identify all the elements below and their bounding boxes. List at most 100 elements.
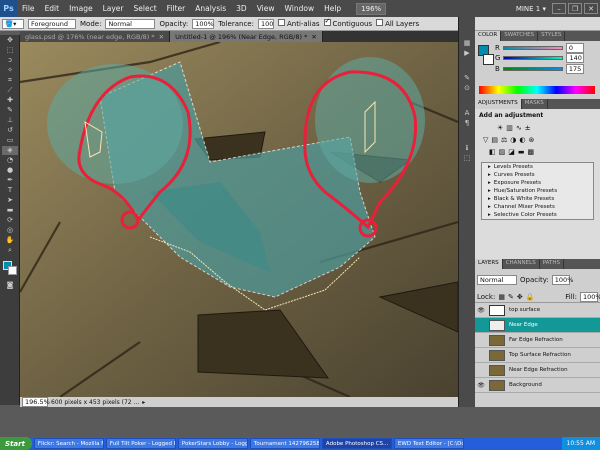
- taskbar-full-tilt-poker[interactable]: Full Tilt Poker - Logged In...: [105, 438, 176, 449]
- menu-image[interactable]: Image: [64, 4, 98, 13]
- status-info-arrow-icon[interactable]: ▸: [142, 399, 145, 406]
- vibrance-icon[interactable]: ▽: [483, 136, 488, 144]
- taskbar-photoshop[interactable]: Adobe Photoshop CS...: [321, 438, 392, 449]
- blend-mode-select[interactable]: Normal: [477, 275, 517, 285]
- tab-adjustments[interactable]: ADJUSTMENTS: [475, 99, 522, 109]
- menu-analysis[interactable]: Analysis: [190, 4, 231, 13]
- tab-styles[interactable]: STYLES: [538, 31, 566, 41]
- pen-tool-icon[interactable]: ✒: [2, 176, 18, 185]
- lasso-tool-icon[interactable]: ↄ: [2, 56, 18, 65]
- layer-top-surface[interactable]: 👁 top surface: [475, 303, 600, 318]
- lock-all-icon[interactable]: 🔒: [526, 293, 535, 301]
- color-spectrum-ramp[interactable]: [479, 86, 595, 94]
- layer-top-surface-refraction[interactable]: Top Surface Refraction: [475, 348, 600, 363]
- fill-source-select[interactable]: Foreground: [28, 18, 76, 29]
- tolerance-field[interactable]: 100: [257, 18, 274, 29]
- close-tab-icon[interactable]: ✕: [159, 33, 164, 41]
- antialias-checkbox[interactable]: Anti-alias: [277, 19, 320, 28]
- tab-glass-psd[interactable]: glass.psd @ 176% (near edge, RGB/8) * ✕: [20, 31, 171, 42]
- visibility-eye-icon[interactable]: 👁: [477, 382, 485, 389]
- navigator-panel-icon[interactable]: ⬚: [461, 154, 473, 163]
- zoom-tool-icon[interactable]: ⌕: [2, 246, 18, 255]
- workspace-switcher[interactable]: MINE 1 ▾: [516, 5, 546, 13]
- zoom-level[interactable]: 196%: [356, 2, 387, 15]
- background-color-swatch[interactable]: [8, 266, 17, 275]
- lock-paint-icon[interactable]: ✎: [508, 293, 514, 301]
- preset-channel-mixer[interactable]: ▸ Channel Mixer Presets: [482, 203, 593, 211]
- threshold-icon[interactable]: ◪: [508, 148, 515, 156]
- channel-mixer-icon[interactable]: ⊛: [529, 136, 535, 144]
- mode-select[interactable]: Normal: [105, 18, 156, 29]
- info-panel-icon[interactable]: ℹ: [461, 144, 473, 153]
- shape-tool-icon[interactable]: ▬: [2, 206, 18, 215]
- preset-selective-color[interactable]: ▸ Selective Color Presets: [482, 211, 593, 219]
- move-tool-icon[interactable]: ✥: [2, 36, 18, 45]
- paint-bucket-tool-preset[interactable]: 🪣▾: [2, 18, 24, 29]
- black-white-icon[interactable]: ◑: [510, 136, 516, 144]
- visibility-eye-icon[interactable]: 👁: [477, 307, 485, 314]
- restore-button[interactable]: ❐: [568, 3, 582, 14]
- 3d-orbit-tool-icon[interactable]: ◎: [2, 226, 18, 235]
- tab-paths[interactable]: PATHS: [540, 259, 564, 269]
- layer-opacity-field[interactable]: 100%: [551, 275, 573, 285]
- status-zoom-field[interactable]: 196.5%: [22, 397, 50, 407]
- layer-background[interactable]: 👁 Background: [475, 378, 600, 393]
- menu-view[interactable]: View: [252, 4, 280, 13]
- contiguous-checkbox[interactable]: Contiguous: [323, 17, 372, 28]
- healing-brush-tool-icon[interactable]: ✚: [2, 96, 18, 105]
- invert-icon[interactable]: ◧: [489, 148, 496, 156]
- photo-filter-icon[interactable]: ◐: [519, 136, 525, 144]
- exposure-icon[interactable]: ±: [525, 124, 531, 132]
- menu-edit[interactable]: Edit: [40, 4, 65, 13]
- clone-source-panel-icon[interactable]: ⊙: [461, 84, 473, 93]
- menu-filter[interactable]: Filter: [162, 4, 191, 13]
- hand-tool-icon[interactable]: ✋: [2, 236, 18, 245]
- background-color-chip[interactable]: [483, 54, 494, 65]
- tab-channels[interactable]: CHANNELS: [503, 259, 540, 269]
- taskbar-pokerstars-lobby[interactable]: PokerStars Lobby - Logge...: [177, 438, 248, 449]
- posterize-icon[interactable]: ▨: [499, 148, 506, 156]
- eraser-tool-icon[interactable]: ▭: [2, 136, 18, 145]
- fill-field[interactable]: 100%: [580, 291, 600, 302]
- quick-mask-icon[interactable]: ◙: [2, 281, 18, 290]
- character-panel-icon[interactable]: A: [461, 109, 473, 118]
- lock-position-icon[interactable]: ✥: [517, 293, 523, 301]
- tab-masks[interactable]: MASKS: [522, 99, 548, 109]
- taskbar-firefox-flickr[interactable]: Flickr: Search - Mozilla Fir...: [33, 438, 104, 449]
- lock-transparent-icon[interactable]: ▦: [498, 293, 505, 301]
- curves-icon[interactable]: ∿: [516, 124, 522, 132]
- history-brush-tool-icon[interactable]: ↺: [2, 126, 18, 135]
- close-button[interactable]: ✕: [584, 3, 598, 14]
- type-tool-icon[interactable]: T: [2, 186, 18, 195]
- taskbar-text-editor[interactable]: EWD Text Editor - [C:\Do...: [393, 438, 464, 449]
- crop-tool-icon[interactable]: ⌗: [2, 76, 18, 85]
- gradient-map-icon[interactable]: ▬: [518, 148, 525, 156]
- menu-window[interactable]: Window: [280, 4, 320, 13]
- menu-help[interactable]: Help: [319, 4, 346, 13]
- brushes-panel-icon[interactable]: ✎: [461, 74, 473, 83]
- red-value-field[interactable]: 0: [565, 42, 584, 53]
- preset-exposure[interactable]: ▸ Exposure Presets: [482, 179, 593, 187]
- preset-levels[interactable]: ▸ Levels Presets: [482, 163, 593, 171]
- green-value-field[interactable]: 140: [566, 52, 585, 63]
- tab-layers[interactable]: LAYERS: [475, 259, 503, 269]
- selective-color-icon[interactable]: ▩: [528, 148, 535, 156]
- blur-tool-icon[interactable]: ◔: [2, 156, 18, 165]
- layer-far-edge-refraction[interactable]: Far Edge Refraction: [475, 333, 600, 348]
- tab-swatches[interactable]: SWATCHES: [501, 31, 539, 41]
- color-balance-icon[interactable]: ⚖: [501, 136, 507, 144]
- tab-color[interactable]: COLOR: [475, 31, 502, 41]
- menu-select[interactable]: Select: [129, 4, 162, 13]
- preset-black-white[interactable]: ▸ Black & White Presets: [482, 195, 593, 203]
- all-layers-checkbox[interactable]: All Layers: [376, 19, 419, 28]
- layer-near-edge[interactable]: Near Edge: [475, 318, 600, 333]
- menu-file[interactable]: File: [17, 4, 40, 13]
- menu-3d[interactable]: 3D: [231, 4, 252, 13]
- clone-stamp-tool-icon[interactable]: ⊥: [2, 116, 18, 125]
- hue-saturation-icon[interactable]: ▤: [491, 136, 498, 144]
- marquee-tool-icon[interactable]: ⬚: [2, 46, 18, 55]
- layer-near-edge-refraction[interactable]: Near Edge Refraction: [475, 363, 600, 378]
- red-slider[interactable]: R0: [475, 41, 600, 53]
- blue-value-field[interactable]: 175: [565, 63, 584, 74]
- document-canvas[interactable]: [20, 42, 458, 397]
